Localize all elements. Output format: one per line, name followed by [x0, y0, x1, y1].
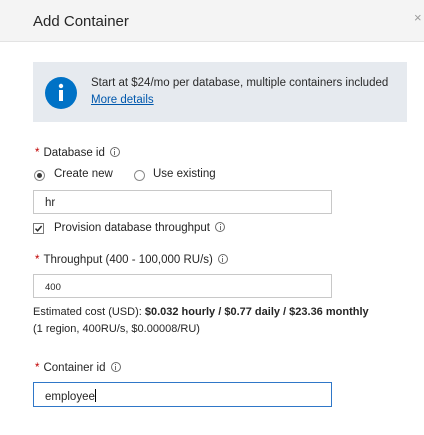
container-id-label-text: Container id [43, 362, 106, 374]
more-details-link[interactable]: More details [91, 94, 154, 106]
info-icon [45, 77, 77, 109]
info-tooltip-icon[interactable] [217, 254, 228, 264]
panel-header: Add Container × [0, 0, 424, 42]
info-tooltip-icon[interactable] [109, 147, 120, 157]
info-tooltip-icon[interactable] [215, 222, 225, 232]
radio-create-new[interactable] [34, 170, 45, 181]
throughput-input[interactable]: 400 [33, 274, 332, 298]
database-id-label: * Database id [35, 147, 120, 159]
close-icon[interactable]: × [414, 11, 424, 25]
panel-title: Add Container [33, 13, 129, 30]
info-banner: Start at $24/mo per database, multiple c… [33, 62, 407, 122]
database-id-label-text: Database id [43, 147, 105, 159]
required-marker: * [35, 147, 40, 159]
provision-throughput-label: Provision database throughput [54, 222, 225, 234]
required-marker: * [35, 254, 40, 266]
radio-use-existing-label[interactable]: Use existing [153, 168, 216, 180]
text-cursor [94, 389, 96, 402]
info-text: Start at $24/mo per database, multiple c… [91, 77, 389, 89]
container-id-value: employee [45, 391, 95, 403]
cost-prefix: Estimated cost (USD): [33, 306, 145, 318]
container-id-label: * Container id [35, 362, 121, 374]
required-marker: * [35, 362, 40, 374]
cost-amount: $0.032 hourly / $0.77 daily / $23.36 mon… [144, 306, 369, 318]
throughput-label: * Throughput (400 - 100,000 RU/s) [35, 254, 228, 266]
estimated-cost-text: Estimated cost (USD): $0.032 hourly / $0… [33, 304, 373, 338]
database-id-input[interactable]: hr [33, 190, 332, 214]
radio-create-new-label[interactable]: Create new [54, 168, 113, 180]
checkmark-icon [34, 225, 43, 232]
info-tooltip-icon[interactable] [110, 362, 121, 372]
container-id-input[interactable]: employee [33, 382, 332, 407]
throughput-label-text: Throughput (400 - 100,000 RU/s) [43, 254, 213, 266]
provision-throughput-checkbox[interactable] [33, 223, 44, 234]
provision-throughput-text: Provision database throughput [54, 222, 210, 234]
radio-use-existing[interactable] [134, 170, 145, 181]
cost-details: (1 region, 400RU/s, $0.00008/RU) [33, 323, 200, 335]
